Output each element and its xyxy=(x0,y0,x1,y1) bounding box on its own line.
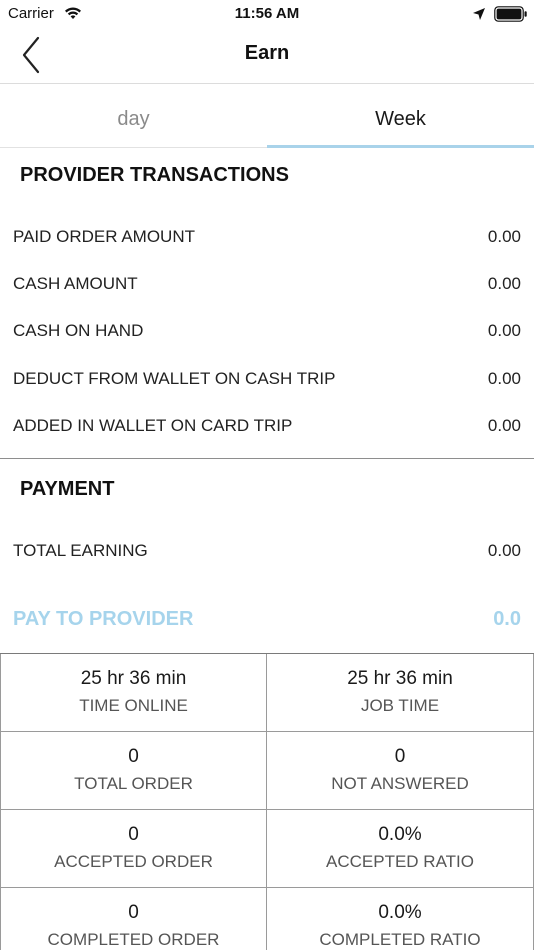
status-bar: Carrier 11:56 AM xyxy=(0,0,534,28)
transaction-row: ADDED IN WALLET ON CARD TRIP 0.00 xyxy=(13,416,521,444)
pay-to-provider-label: PAY TO PROVIDER xyxy=(13,608,194,630)
stat-value: 0 xyxy=(128,902,139,923)
row-label: CASH ON HAND xyxy=(13,321,144,340)
row-label: TOTAL EARNING xyxy=(13,541,148,560)
payment-title: PAYMENT xyxy=(20,478,115,500)
row-label: DEDUCT FROM WALLET ON CASH TRIP xyxy=(13,369,336,388)
section-divider xyxy=(0,458,534,459)
row-value: 0.00 xyxy=(487,369,521,388)
navigation-bar: Earn xyxy=(0,28,534,84)
stat-time-online: 25 hr 36 min TIME ONLINE xyxy=(0,654,267,732)
page-title: Earn xyxy=(244,42,290,64)
stat-accepted-order: 0 ACCEPTED ORDER xyxy=(0,810,267,888)
row-value: 0.00 xyxy=(487,227,521,246)
row-label: ADDED IN WALLET ON CARD TRIP xyxy=(13,416,293,435)
pay-to-provider-value: 0.0 xyxy=(493,608,521,630)
row-value: 0.00 xyxy=(487,274,521,293)
stat-label: JOB TIME xyxy=(360,696,440,715)
tab-week[interactable]: Week xyxy=(267,84,534,148)
transaction-row: DEDUCT FROM WALLET ON CASH TRIP 0.00 xyxy=(13,369,521,397)
stat-accepted-ratio: 0.0% ACCEPTED RATIO xyxy=(267,810,534,888)
stat-label: TIME ONLINE xyxy=(79,696,188,715)
tab-day[interactable]: day xyxy=(0,84,267,148)
stat-value: 0 xyxy=(128,746,139,767)
row-label: PAID ORDER AMOUNT xyxy=(13,227,195,246)
stat-value: 0 xyxy=(394,746,406,767)
row-value: 0.00 xyxy=(487,416,521,435)
stat-value: 25 hr 36 min xyxy=(80,668,187,689)
pay-to-provider-row: PAY TO PROVIDER 0.0 xyxy=(13,608,521,636)
stats-grid: 25 hr 36 min TIME ONLINE 25 hr 36 min JO… xyxy=(0,653,534,950)
stat-label: NOT ANSWERED xyxy=(331,774,469,793)
back-chevron-icon xyxy=(14,36,54,80)
stat-not-answered: 0 NOT ANSWERED xyxy=(267,732,534,810)
stat-label: ACCEPTED ORDER xyxy=(54,852,213,871)
provider-transactions-title: PROVIDER TRANSACTIONS xyxy=(20,164,289,186)
row-value: 0.00 xyxy=(487,541,521,560)
stat-completed-ratio: 0.0% COMPLETED RATIO xyxy=(267,888,534,950)
transaction-row: PAID ORDER AMOUNT 0.00 xyxy=(13,227,521,255)
location-arrow-icon xyxy=(472,7,486,26)
stat-value: 0 xyxy=(128,824,139,845)
stat-value: 0.0% xyxy=(378,902,422,923)
row-label: CASH AMOUNT xyxy=(13,274,138,293)
transaction-row: CASH AMOUNT 0.00 xyxy=(13,274,521,302)
total-earning-row: TOTAL EARNING 0.00 xyxy=(13,541,521,569)
stat-label: ACCEPTED RATIO xyxy=(326,852,474,871)
stat-label: COMPLETED RATIO xyxy=(319,930,481,949)
clock: 11:56 AM xyxy=(234,5,300,22)
row-value: 0.00 xyxy=(487,321,521,340)
stat-total-order: 0 TOTAL ORDER xyxy=(0,732,267,810)
stat-label: TOTAL ORDER xyxy=(74,774,193,793)
transaction-row: CASH ON HAND 0.00 xyxy=(13,321,521,349)
period-tabs: day Week xyxy=(0,84,534,148)
stat-job-time: 25 hr 36 min JOB TIME xyxy=(267,654,534,732)
battery-icon xyxy=(494,6,528,27)
stat-value: 0.0% xyxy=(378,824,422,845)
stat-value: 25 hr 36 min xyxy=(347,668,453,689)
stat-completed-order: 0 COMPLETED ORDER xyxy=(0,888,267,950)
stat-label: COMPLETED ORDER xyxy=(47,930,220,949)
